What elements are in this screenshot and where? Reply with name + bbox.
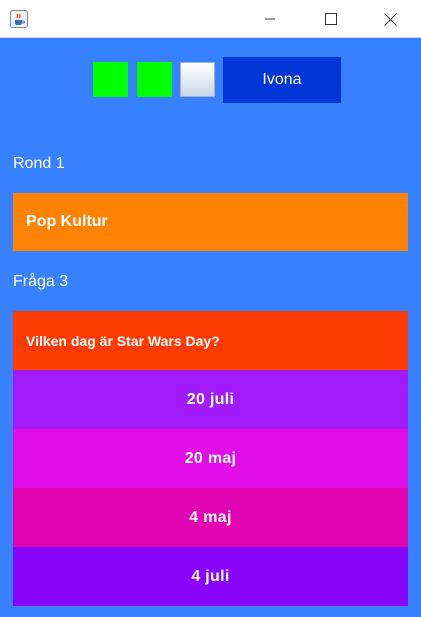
player-name-label: Ivona [223, 57, 341, 103]
answer-button-1[interactable]: 20 juli [13, 370, 408, 429]
close-button[interactable] [367, 0, 413, 38]
category-bar: Pop Kultur [13, 193, 408, 251]
category-label: Pop Kultur [26, 213, 108, 230]
score-box-pending [180, 62, 215, 97]
maximize-icon [325, 13, 337, 25]
answer-button-3[interactable]: 4 maj [13, 488, 408, 547]
score-box-correct [137, 62, 172, 97]
answer-label: 20 juli [186, 390, 235, 408]
answer-label: 4 juli [191, 567, 230, 585]
window-titlebar[interactable] [0, 0, 421, 38]
round-label: Rond 1 [13, 155, 65, 172]
answer-button-2[interactable]: 20 maj [13, 429, 408, 488]
answer-label: 4 maj [189, 508, 232, 526]
question-number-label: Fråga 3 [13, 273, 69, 290]
close-icon [383, 12, 397, 26]
score-box-correct [93, 62, 128, 97]
question-text-box: Vilken dag är Star Wars Day? [13, 311, 408, 370]
java-cup-icon [10, 10, 28, 28]
maximize-button[interactable] [308, 0, 354, 38]
minimize-icon [265, 18, 275, 20]
answer-label: 20 maj [184, 449, 237, 467]
game-panel: Ivona Rond 1 Pop Kultur Fråga 3 Vilken d… [0, 38, 421, 617]
answer-button-4[interactable]: 4 juli [13, 547, 408, 606]
minimize-button[interactable] [247, 0, 293, 38]
question-text: Vilken dag är Star Wars Day? [26, 332, 220, 349]
